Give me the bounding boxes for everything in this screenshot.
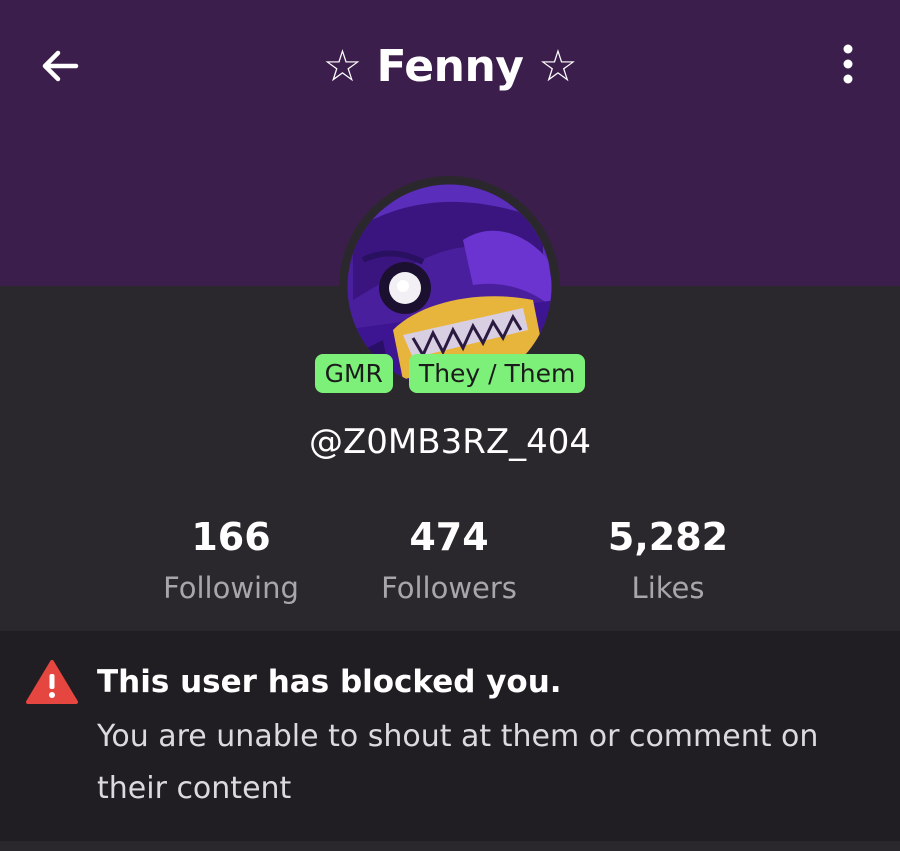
profile-stats: 166 Following 474 Followers 5,282 Likes xyxy=(0,512,900,622)
notice-title: This user has blocked you. xyxy=(97,664,562,700)
profile-badges: GMR They / Them xyxy=(0,354,900,393)
notice-body: You are unable to shout at them or comme… xyxy=(97,719,819,806)
warning-icon xyxy=(26,660,78,704)
stat-following[interactable]: 166 Following xyxy=(121,512,341,612)
page-title: ☆ Fenny ☆ xyxy=(322,41,578,92)
profile-page: ☆ Fenny ☆ GMR They / Them @Z0MB3RZ_404 1… xyxy=(0,0,900,851)
stat-following-label: Following xyxy=(163,571,299,605)
blocked-notice: This user has blocked you. You are unabl… xyxy=(0,631,900,841)
top-bar: ☆ Fenny ☆ xyxy=(0,0,900,135)
stat-likes[interactable]: 5,282 Likes xyxy=(558,512,778,612)
stat-followers-label: Followers xyxy=(381,571,517,605)
stat-following-count: 166 xyxy=(191,515,271,559)
more-options-button[interactable] xyxy=(826,42,870,86)
stat-likes-label: Likes xyxy=(631,571,705,605)
stat-followers[interactable]: 474 Followers xyxy=(339,512,559,612)
stat-likes-count: 5,282 xyxy=(607,515,729,559)
divider xyxy=(0,841,900,851)
badge-gmr: GMR xyxy=(314,354,393,393)
badge-pronouns: They / Them xyxy=(408,354,586,393)
user-handle: @Z0MB3RZ_404 xyxy=(308,422,592,462)
more-vertical-icon xyxy=(843,44,853,84)
stat-followers-count: 474 xyxy=(409,515,489,559)
